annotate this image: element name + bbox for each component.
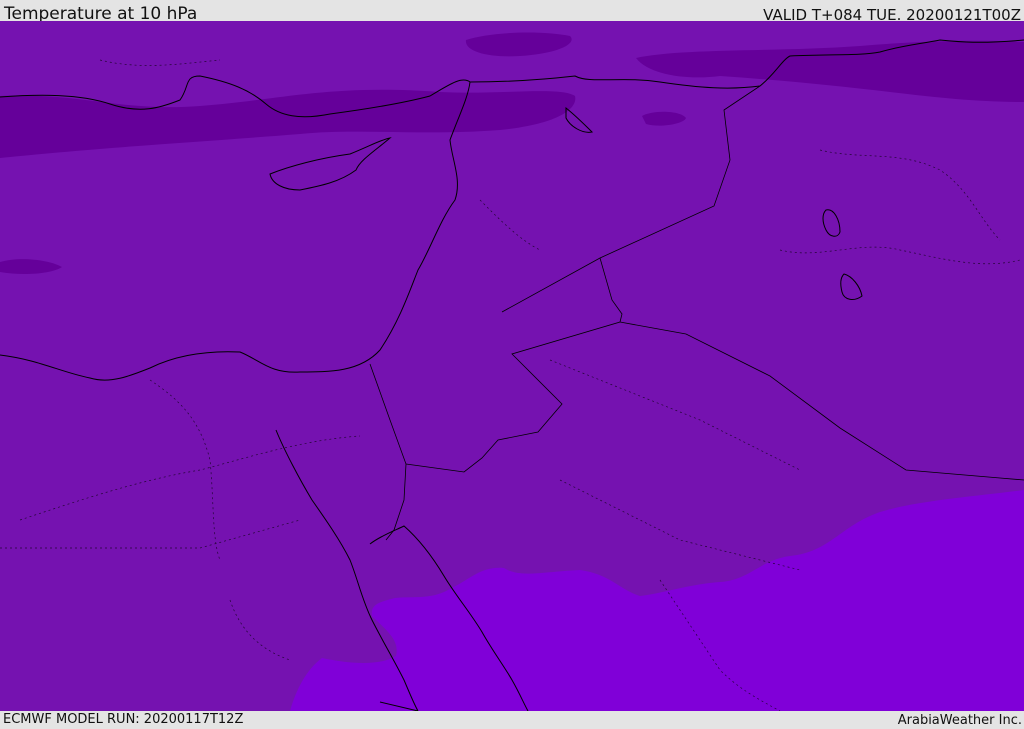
model-run-label: ECMWF MODEL RUN: 20200117T12Z <box>3 712 244 727</box>
header-bar: Temperature at 10 hPa VALID T+084 TUE. 2… <box>0 0 1024 24</box>
temperature-map <box>0 21 1024 711</box>
footer-bar: ECMWF MODEL RUN: 20200117T12Z ArabiaWeat… <box>0 711 1024 729</box>
credit-label: ArabiaWeather Inc. <box>897 713 1022 728</box>
